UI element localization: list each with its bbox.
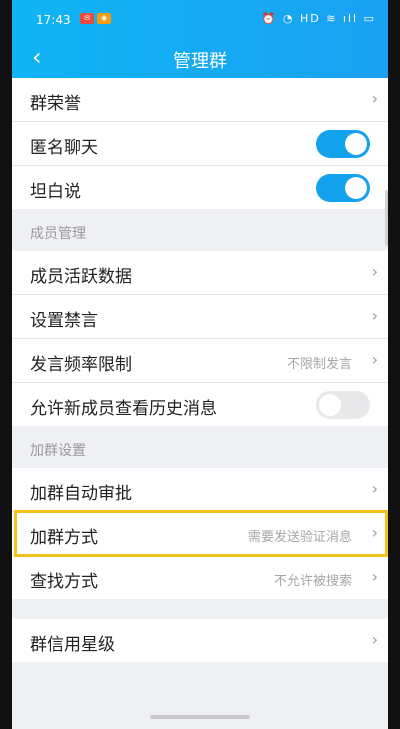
chevron-right-icon: › xyxy=(371,523,378,542)
weibo-icon: ◉ xyxy=(97,13,111,24)
section-join-settings: 加群设置 xyxy=(12,426,388,468)
top-bar: 17:43 ✉ ◉ ⏰ ◔ HD ≋ ıll ▭ ‹ 管理群 xyxy=(12,0,388,78)
history-access-toggle[interactable] xyxy=(316,391,370,419)
row-auto-approve[interactable]: 加群自动审批 › xyxy=(12,468,388,512)
spacer xyxy=(12,599,388,619)
row-label: 成员活跃数据 xyxy=(30,267,132,287)
chevron-right-icon: › xyxy=(371,479,378,498)
row-label: 加群方式 xyxy=(30,528,98,548)
confession-toggle[interactable] xyxy=(316,174,370,202)
row-anonymous-chat: 匿名聊天 xyxy=(12,122,388,166)
settings-content: 群荣誉 › 匿名聊天 坦白说 成员管理 成员活跃数据 › 设置禁言 › 发言频率… xyxy=(12,78,388,662)
row-value: 需要发送验证消息 xyxy=(247,530,352,545)
anonymous-chat-toggle[interactable] xyxy=(316,130,370,158)
section-member-management: 成员管理 xyxy=(12,209,388,251)
chevron-right-icon: › xyxy=(371,306,378,325)
toggle-knob xyxy=(319,394,341,416)
row-message-frequency[interactable]: 发言频率限制 不限制发言 › xyxy=(12,339,388,383)
row-label: 坦白说 xyxy=(30,182,81,202)
section-title: 加群设置 xyxy=(30,443,86,459)
toggle-knob xyxy=(345,177,367,199)
notification-icon: ✉ xyxy=(80,13,94,24)
row-mute-setting[interactable]: 设置禁言 › xyxy=(12,295,388,339)
row-label: 发言频率限制 xyxy=(30,355,132,375)
toggle-knob xyxy=(345,133,367,155)
settings-group-2: 成员活跃数据 › 设置禁言 › 发言频率限制 不限制发言 › 允许新成员查看历史… xyxy=(12,251,388,426)
row-group-honor[interactable]: 群荣誉 › xyxy=(12,78,388,122)
row-join-method[interactable]: 加群方式 需要发送验证消息 › xyxy=(12,510,388,557)
settings-group-1: 群荣誉 › 匿名聊天 坦白说 xyxy=(12,78,388,209)
settings-group-3: 加群自动审批 › 加群方式 需要发送验证消息 › 查找方式 不允许被搜索 › xyxy=(12,468,388,599)
scrollbar[interactable] xyxy=(385,190,388,246)
chevron-right-icon: › xyxy=(371,630,378,649)
row-label: 匿名聊天 xyxy=(30,138,98,158)
row-label: 加群自动审批 xyxy=(30,484,132,504)
section-title: 成员管理 xyxy=(30,226,86,242)
page-title: 管理群 xyxy=(173,51,227,72)
row-label: 允许新成员查看历史消息 xyxy=(30,399,217,419)
row-label: 群信用星级 xyxy=(30,635,115,655)
chevron-right-icon: › xyxy=(371,567,378,586)
home-indicator xyxy=(150,715,250,719)
row-history-access: 允许新成员查看历史消息 xyxy=(12,383,388,426)
row-label: 查找方式 xyxy=(30,572,98,592)
phone-screen: 17:43 ✉ ◉ ⏰ ◔ HD ≋ ıll ▭ ‹ 管理群 群荣誉 › 匿名聊… xyxy=(12,0,388,729)
chevron-right-icon: › xyxy=(371,89,378,108)
navigation-bar: ‹ 管理群 xyxy=(12,38,388,78)
settings-group-4: 群信用星级 › xyxy=(12,619,388,662)
row-value: 不允许被搜索 xyxy=(273,574,352,589)
row-label: 设置禁言 xyxy=(30,311,98,331)
chevron-right-icon: › xyxy=(371,262,378,281)
status-icons: ⏰ ◔ HD ≋ ıll ▭ xyxy=(261,12,376,25)
row-member-activity[interactable]: 成员活跃数据 › xyxy=(12,251,388,295)
row-value: 不限制发言 xyxy=(286,357,352,372)
row-search-method[interactable]: 查找方式 不允许被搜索 › xyxy=(12,556,388,599)
status-time: 17:43 xyxy=(36,13,71,27)
row-confession: 坦白说 xyxy=(12,166,388,209)
row-label: 群荣誉 xyxy=(30,94,81,114)
status-bar: 17:43 ✉ ◉ ⏰ ◔ HD ≋ ıll ▭ xyxy=(12,0,388,38)
chevron-right-icon: › xyxy=(371,350,378,369)
row-credit-level[interactable]: 群信用星级 › xyxy=(12,619,388,662)
